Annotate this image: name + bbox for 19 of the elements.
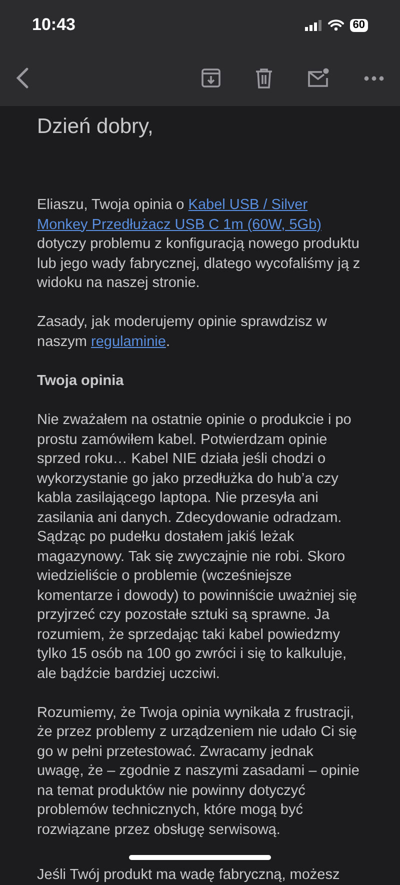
paragraph: Nie zważałem na ostatnie opinie o produkcie i po prostu zamówiłem kabel. Potwierdzam opinie sprzed roku… Kabel NIE działa jeśli chodzi o wykorzystanie go jako przedłużka do hub’a czy kabla zasilającego laptopa. Nie przesyła ani zasilania ani danych. Zdecydowanie odradzam. Sądząc po pudełku dostałem jakiś leżak magazynowy. Tak się zwyczajnie nie robi. Skoro wiedzieliście o problemie (wcześniejsze komentarze i dowody) to powinniście uważniej się przyjrzeć czy pozostałe sztuki są sprawne. Ja rozumiem, że sprzedając taki kabel powiedzmy tylko 15 osób na 100 go zwróci i się to kalkuluje, ale bądźcie bardziej uczciwi. <box>37 411 358 684</box>
back-icon[interactable] <box>16 67 29 89</box>
mail-unread-icon[interactable] <box>307 68 330 88</box>
signal-icon <box>304 20 322 30</box>
paragraph: Zasady, jak moderujemy opinie sprawdzisz w naszym regulaminie. <box>37 313 328 352</box>
link[interactable]: regulaminie <box>91 334 166 350</box>
status-time: 10:43 <box>32 14 76 36</box>
link[interactable]: Monkey Przedłużacz USB C 1m (60W, 5Gb) <box>37 216 322 232</box>
paragraph: Rozumiemy, że Twoja opinia wynikała z frustracji, że przez problemy z urządzeniem nie udało Ci się go w pełni przetestować. Zwracamy jednak uwagę, że – zgodnie z naszymi zasadami – opinie na temat produktów nie powinny dotyczyć problemów technicznych, które mogą być rozwiązane przez obsługę serwisową. <box>37 704 360 840</box>
link[interactable]: Kabel USB / Silver <box>188 197 308 213</box>
section-heading: Twoja opinia <box>37 372 125 390</box>
paragraph: Jeśli Twój produkt ma wadę fabryczną, możesz <box>37 866 341 884</box>
battery-level: 60 <box>350 18 368 32</box>
greeting: Dzień dobry, <box>37 114 154 140</box>
wifi-icon <box>328 19 344 31</box>
archive-icon[interactable] <box>201 68 221 88</box>
trash-icon[interactable] <box>255 68 273 88</box>
paragraph: Eliaszu, Twoja opinia o Kabel USB / Silver Monkey Przedłużacz USB C 1m (60W, 5Gb) dotyczy problemu z konfiguracją nowego produktu lub jego wady fabrycznej, dlatego wycofaliśmy ją z widoku na naszej stronie. <box>37 196 362 293</box>
more-icon[interactable] <box>364 76 384 80</box>
